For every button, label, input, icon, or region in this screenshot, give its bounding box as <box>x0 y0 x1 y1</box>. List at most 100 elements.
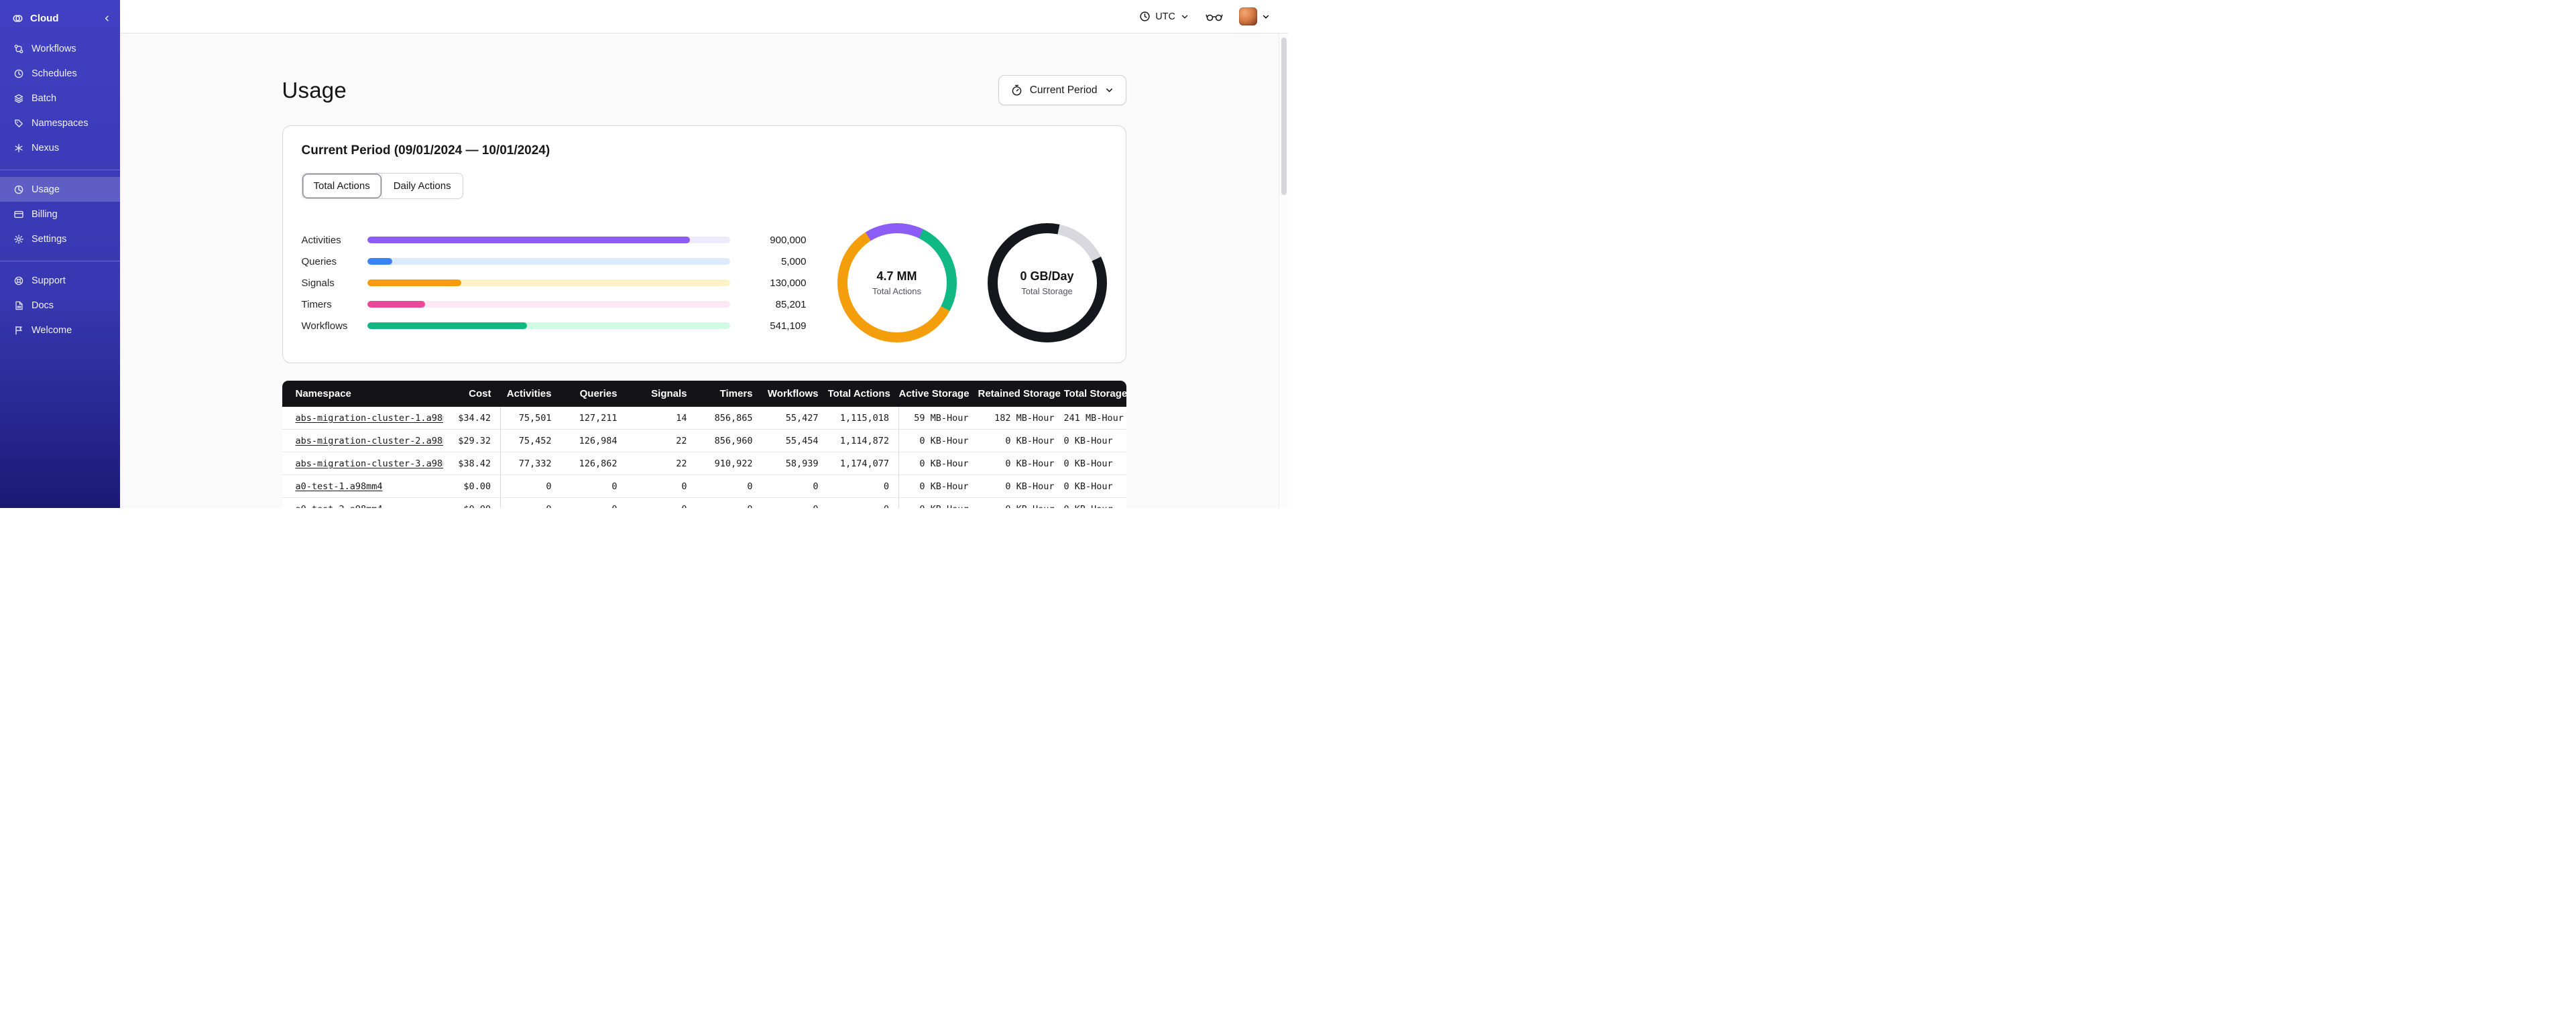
namespace-usage-table: Namespace Cost Activities Queries Signal… <box>282 381 1126 508</box>
chevron-down-icon <box>1180 12 1189 21</box>
value-cell: 0 KB-Hour <box>898 452 978 475</box>
value-cell: 0 <box>827 474 899 498</box>
gear-icon <box>13 233 24 245</box>
sidebar-item-docs[interactable]: Docs <box>0 293 120 318</box>
scrollbar-track[interactable] <box>1279 34 1288 508</box>
value-cell: $38.42 <box>443 452 501 475</box>
value-cell: 0 <box>561 497 627 508</box>
table-row: abs-migration-cluster-3.a98mm4 $38.42 77,3… <box>282 452 1126 475</box>
bar-value: 900,000 <box>770 234 807 246</box>
value-cell: 59 MB-Hour <box>898 407 978 430</box>
period-selector-button[interactable]: Current Period <box>998 75 1126 105</box>
tab-total-actions[interactable]: Total Actions <box>302 174 382 198</box>
brand-label: Cloud <box>30 12 59 24</box>
glasses-icon[interactable] <box>1206 11 1223 22</box>
table-row: abs-migration-cluster-1.a98mm4 $34.42 75,5… <box>282 407 1126 430</box>
value-cell: 0 KB-Hour <box>1063 452 1126 475</box>
value-cell: 0 <box>827 497 899 508</box>
donut-label: Total Actions <box>872 286 921 296</box>
account-menu[interactable] <box>1239 7 1271 25</box>
scrollbar-thumb[interactable] <box>1281 38 1287 195</box>
value-cell: 856,960 <box>696 429 762 452</box>
sidebar-item-welcome[interactable]: Welcome <box>0 318 120 342</box>
sidebar-item-label: Batch <box>32 92 57 104</box>
sidebar-item-label: Welcome <box>32 324 72 336</box>
namespace-link[interactable]: a0-test-1.a98mm4 <box>296 481 383 492</box>
value-cell: $0.00 <box>443 497 501 508</box>
sidebar-item-schedules[interactable]: Schedules <box>0 61 120 86</box>
bar-row-activities: Activities 900,000 <box>302 229 807 251</box>
table-row: abs-migration-cluster-2.a98mm4 $29.32 75,4… <box>282 429 1126 452</box>
sidebar-item-batch[interactable]: Batch <box>0 86 120 111</box>
sidebar-collapse-button[interactable] <box>102 13 112 23</box>
sidebar-item-namespaces[interactable]: Namespaces <box>0 111 120 135</box>
sidebar-item-label: Schedules <box>32 68 77 79</box>
timezone-selector[interactable]: UTC <box>1139 11 1189 22</box>
value-cell: 0 KB-Hour <box>898 429 978 452</box>
column-header: Active Storage <box>898 381 978 407</box>
value-cell: 0 KB-Hour <box>1063 497 1126 508</box>
page-header: Usage Current Period <box>282 75 1126 105</box>
bar-fill <box>367 237 690 243</box>
value-cell: 856,865 <box>696 407 762 430</box>
table-row: a0-test-2.a98mm4$0.000000000 KB-Hour0 KB… <box>282 497 1126 509</box>
sidebar-item-usage[interactable]: Usage <box>0 177 120 202</box>
value-cell: 0 <box>626 497 697 508</box>
bar-label: Timers <box>301 298 332 310</box>
value-cell: 55,454 <box>762 429 828 452</box>
bar-value: 5,000 <box>780 255 807 267</box>
sidebar-item-support[interactable]: Support <box>0 268 120 293</box>
namespace-link[interactable]: abs-migration-cluster-2.a98mm4 <box>296 436 443 446</box>
value-cell: 22 <box>626 452 697 475</box>
value-cell: 0 KB-Hour <box>978 429 1064 452</box>
bar-row-queries: Queries 5,000 <box>302 251 807 272</box>
sidebar-item-label: Docs <box>32 300 54 311</box>
column-header: Retained Storage <box>978 381 1064 407</box>
sidebar-item-label: Usage <box>32 184 60 195</box>
sidebar-item-settings[interactable]: Settings <box>0 227 120 251</box>
donut-value: 0 GB/Day <box>1020 269 1074 283</box>
sidebar-item-label: Settings <box>32 233 67 245</box>
bar-value: 85,201 <box>775 298 807 310</box>
tab-daily-actions[interactable]: Daily Actions <box>381 174 463 198</box>
value-cell: 75,501 <box>500 407 561 430</box>
bar-value: 541,109 <box>770 320 807 332</box>
value-cell: 0 <box>626 474 697 498</box>
lifebuoy-icon <box>13 275 24 286</box>
bar-track <box>367 279 730 286</box>
value-cell: 0 <box>500 474 561 498</box>
donut-label: Total Storage <box>1021 286 1073 296</box>
sidebar: Cloud Workflows Schedules Batch Namespac… <box>0 0 120 508</box>
sidebar-item-nexus[interactable]: Nexus <box>0 135 120 160</box>
card-title: Current Period (09/01/2024 — 10/01/2024) <box>301 143 550 157</box>
sidebar-item-billing[interactable]: Billing <box>0 202 120 227</box>
column-header: Namespace <box>282 381 443 407</box>
value-cell: $29.32 <box>443 429 501 452</box>
bar-chart: Activities 900,000 Queries 5,000 Signals 130,… <box>302 229 807 336</box>
credit-card-icon <box>13 208 24 220</box>
sidebar-item-label: Namespaces <box>32 117 89 129</box>
value-cell: 0 KB-Hour <box>898 497 978 508</box>
sidebar-item-label: Nexus <box>32 142 60 153</box>
value-cell: 910,922 <box>696 452 762 475</box>
page-title: Usage <box>282 77 347 103</box>
sidebar-item-workflows[interactable]: Workflows <box>0 36 120 61</box>
value-cell: 0 <box>696 497 762 508</box>
bar-track <box>367 237 730 243</box>
bar-label: Signals <box>301 277 335 289</box>
usage-summary-card: Current Period (09/01/2024 — 10/01/2024)… <box>282 125 1126 363</box>
value-cell: 0 <box>696 474 762 498</box>
column-header: Total Actions <box>827 381 899 407</box>
bar-label: Activities <box>301 234 341 246</box>
tag-icon <box>13 117 24 129</box>
value-cell: 0 KB-Hour <box>978 452 1064 475</box>
bar-track <box>367 258 730 265</box>
namespace-link[interactable]: abs-migration-cluster-3.a98mm4 <box>296 458 443 469</box>
namespace-link[interactable]: a0-test-2.a98mm4 <box>296 504 383 509</box>
namespace-link[interactable]: abs-migration-cluster-1.a98mm4 <box>296 413 443 424</box>
timezone-label: UTC <box>1155 11 1175 22</box>
value-cell: 77,332 <box>500 452 561 475</box>
temporal-logo-icon <box>12 13 23 24</box>
value-cell: 14 <box>626 407 697 430</box>
topbar: UTC <box>120 0 1288 34</box>
